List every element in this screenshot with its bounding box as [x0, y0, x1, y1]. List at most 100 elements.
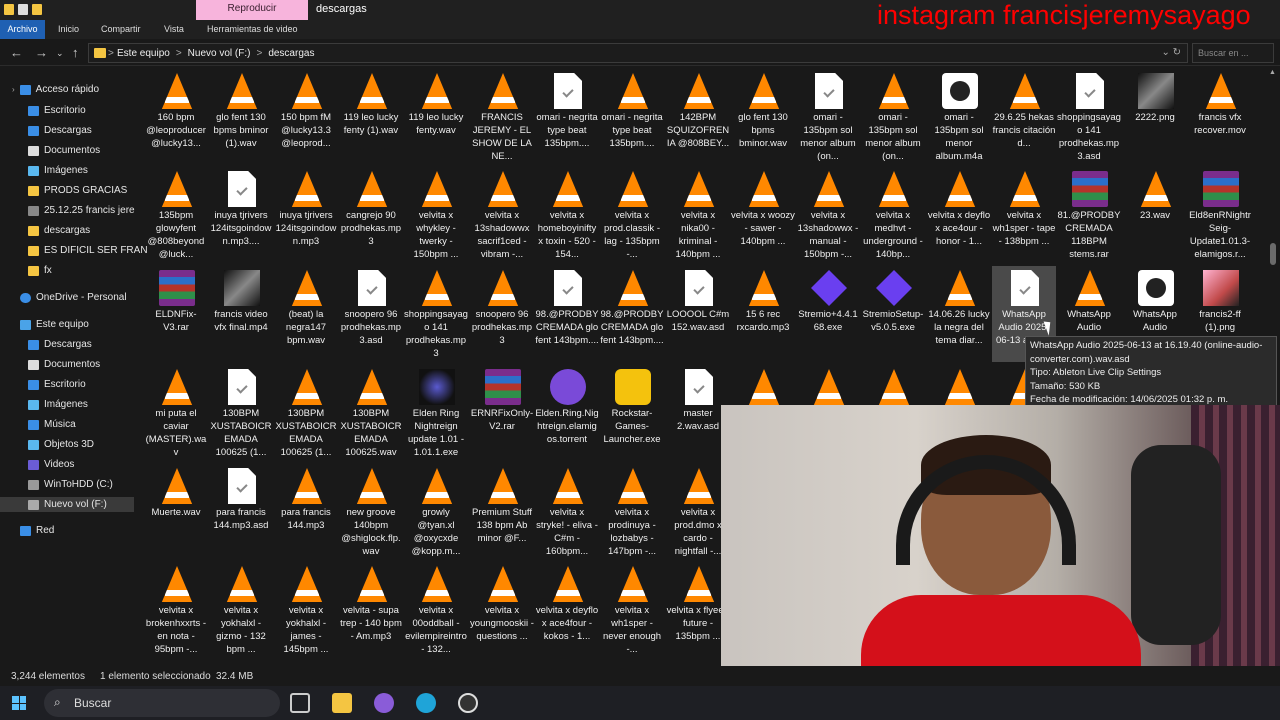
- back-arrow-icon[interactable]: ←: [10, 45, 23, 60]
- quick-access-toolbar[interactable]: [4, 4, 42, 15]
- file-explorer-icon[interactable]: [332, 693, 352, 713]
- file-item[interactable]: shoppingsayago 141 prodhekas.mp3.asd: [1057, 69, 1121, 165]
- properties-icon[interactable]: [18, 4, 28, 15]
- file-item[interactable]: glo fent 130 bpms bminor (1).wav: [209, 69, 273, 165]
- file-item[interactable]: 130BPM XUSTABOICREMADA 100625 (1...: [274, 365, 338, 461]
- nav-quick-access[interactable]: › Acceso rápido: [12, 84, 144, 95]
- address-bar[interactable]: > Este equipo > Nuevo vol (F:) > descarg…: [88, 43, 1188, 63]
- file-item[interactable]: velvita x 13shadowwx sacrif1ced - vibram…: [470, 167, 534, 263]
- breadcrumb-nuevo-vol[interactable]: Nuevo vol (F:): [188, 48, 251, 59]
- file-item[interactable]: velvita x wh1sper - never enough -...: [600, 562, 664, 658]
- file-item[interactable]: francis video vfx final.mp4: [209, 266, 273, 362]
- nav-este-equipo[interactable]: Este equipo: [20, 319, 152, 330]
- tab-herramientas-video[interactable]: Herramientas de video: [207, 24, 298, 34]
- new-folder-icon[interactable]: [32, 4, 42, 15]
- file-item[interactable]: velvita x 00oddball - evilempireintro - …: [404, 562, 468, 658]
- windows-start-icon[interactable]: [12, 696, 26, 710]
- file-item[interactable]: velvita x stryke! - eliva - C#m - 160bpm…: [535, 464, 599, 560]
- file-item[interactable]: StremioSetup-v5.0.5.exe: [861, 266, 925, 362]
- file-item[interactable]: velvita x yokhalxl - james - 145bpm ...: [274, 562, 338, 658]
- file-item[interactable]: 119 leo lucky fenty.wav: [404, 69, 468, 165]
- task-view-icon[interactable]: [290, 693, 310, 713]
- file-item[interactable]: 2222.png: [1123, 69, 1187, 165]
- refresh-icon[interactable]: ⌄ ↻: [1161, 47, 1181, 58]
- file-item[interactable]: mi puta el caviar (MASTER).wav: [144, 365, 208, 461]
- file-item[interactable]: Rockstar-Games-Launcher.exe: [600, 365, 664, 461]
- file-item[interactable]: velvita x prodinuya - lozbabys - 147bpm …: [600, 464, 664, 560]
- file-item[interactable]: velvita - supa trep - 140 bpm - Am.mp3: [339, 562, 403, 658]
- file-item[interactable]: velvita x youngmooskii - questions ...: [470, 562, 534, 658]
- file-item[interactable]: snoopero 96 prodhekas.mp3.asd: [339, 266, 403, 362]
- file-item[interactable]: velvita x prod.classik - lag - 135bpm -.…: [600, 167, 664, 263]
- file-item[interactable]: LOOOOL C#m 152.wav.asd: [666, 266, 730, 362]
- app-icon[interactable]: [374, 693, 394, 713]
- file-item[interactable]: velvita x woozy - sawer - 140bpm ...: [731, 167, 795, 263]
- file-item[interactable]: 119 leo lucky fenty (1).wav: [339, 69, 403, 165]
- file-item[interactable]: glo fent 130 bpms bminor.wav: [731, 69, 795, 165]
- scrollbar-thumb[interactable]: [1270, 243, 1276, 265]
- file-item[interactable]: velvita x medhvt - underground - 140bp..…: [861, 167, 925, 263]
- file-item[interactable]: (beat) la negra147 bpm.wav: [274, 266, 338, 362]
- scroll-up-icon[interactable]: ▲: [1269, 69, 1276, 76]
- file-item[interactable]: 150 bpm fM @lucky13.3 @leoprod...: [274, 69, 338, 165]
- file-item[interactable]: 130BPM XUSTABOICREMADA 100625.wav: [339, 365, 403, 461]
- file-item[interactable]: Elden Ring Nightreign update 1.01 - 1.01…: [404, 365, 468, 461]
- breadcrumb-este-equipo[interactable]: Este equipo: [117, 48, 170, 59]
- file-item[interactable]: Elden.Ring.Nightreign.elamigos.torrent: [535, 365, 599, 461]
- file-item[interactable]: Premium Stuff 138 bpm Ab minor @F...: [470, 464, 534, 560]
- file-item[interactable]: 135bpm glowyfent @808beyond @luck...: [144, 167, 208, 263]
- search-input[interactable]: Buscar en ...: [1192, 43, 1274, 63]
- file-item[interactable]: velvita x homeboyinifty x toxin - 520 - …: [535, 167, 599, 263]
- taskbar-search[interactable]: ⌕ Buscar: [44, 689, 280, 717]
- file-item[interactable]: omari - negrita type beat 135bpm....: [600, 69, 664, 165]
- nav-pc-drive-f[interactable]: Nuevo vol (F:): [0, 497, 134, 512]
- tab-compartir[interactable]: Compartir: [101, 24, 141, 34]
- file-item[interactable]: 14.06.26 lucky la negra del tema diar...: [927, 266, 991, 362]
- file-item[interactable]: velvita x brokenhxxrts - en nota - 95bpm…: [144, 562, 208, 658]
- file-item[interactable]: omari - 135bpm sol menor album.m4a: [927, 69, 991, 165]
- file-item[interactable]: 81.@PRODBYCREMADA 118BPM stems.rar: [1057, 167, 1121, 263]
- file-item[interactable]: 98.@PRODBYCREMADA glo fent 143bpm....: [535, 266, 599, 362]
- file-item[interactable]: 142BPM SQUIZOFRENIA @808BEY...: [666, 69, 730, 165]
- file-item[interactable]: velvita x wh1sper - tape - 138bpm ...: [992, 167, 1056, 263]
- contextual-tab-reproducir[interactable]: Reproducir: [196, 0, 308, 20]
- breadcrumb-descargas[interactable]: descargas: [268, 48, 314, 59]
- file-item[interactable]: velvita x 13shadowwx - manual - 150bpm -…: [796, 167, 860, 263]
- file-item[interactable]: inuya tjrivers 124itsgoindown.mp3: [274, 167, 338, 263]
- file-item[interactable]: cangrejo 90 prodhekas.mp3: [339, 167, 403, 263]
- file-item[interactable]: inuya tjrivers 124itsgoindown.mp3....: [209, 167, 273, 263]
- file-item[interactable]: new groove 140bpm @shiglock.flp.wav: [339, 464, 403, 560]
- file-item[interactable]: velvita x deyflo x ace4our - honor - 1..…: [927, 167, 991, 263]
- up-arrow-icon[interactable]: ↑: [72, 45, 79, 60]
- file-item[interactable]: velvita x yokhalxl - gizmo - 132 bpm ...: [209, 562, 273, 658]
- obs-icon[interactable]: [458, 693, 478, 713]
- file-item[interactable]: velvita x nika00 - kriminal - 140bpm ...: [666, 167, 730, 263]
- file-item[interactable]: velvita x whykley - twerky - 150bpm ...: [404, 167, 468, 263]
- file-item[interactable]: 98.@PRODBYCREMADA glo fent 143bpm....: [600, 266, 664, 362]
- recent-chevron-icon[interactable]: ⌄: [56, 48, 64, 59]
- tab-vista[interactable]: Vista: [164, 24, 184, 34]
- file-item[interactable]: omari - 135bpm sol menor album (on...: [861, 69, 925, 165]
- file-item[interactable]: FRANCIS JEREMY - EL SHOW DE LA NE...: [470, 69, 534, 165]
- file-item[interactable]: omari - negrita type beat 135bpm....: [535, 69, 599, 165]
- file-item[interactable]: 15 6 rec rxcardo.mp3: [731, 266, 795, 362]
- file-item[interactable]: shoppingsayago 141 prodhekas.mp3: [404, 266, 468, 362]
- file-item[interactable]: velvita x deyflo x ace4four - kokos - 1.…: [535, 562, 599, 658]
- file-item[interactable]: omari - 135bpm sol menor album (on...: [796, 69, 860, 165]
- file-item[interactable]: Eld8enRNightrSeig-Update1.01.3-elamigos.…: [1188, 167, 1252, 263]
- file-item[interactable]: Muerte.wav: [144, 464, 208, 560]
- nav-onedrive[interactable]: OneDrive - Personal: [20, 292, 152, 303]
- tab-inicio[interactable]: Inicio: [58, 24, 79, 34]
- tab-archivo[interactable]: Archivo: [0, 20, 45, 39]
- file-item[interactable]: para francis 144.mp3: [274, 464, 338, 560]
- file-item[interactable]: francis vfx recover.mov: [1188, 69, 1252, 165]
- file-item[interactable]: 130BPM XUSTABOICREMADA 100625 (1...: [209, 365, 273, 461]
- file-item[interactable]: ERNRFixOnly-V2.rar: [470, 365, 534, 461]
- file-item[interactable]: ELDNFix-V3.rar: [144, 266, 208, 362]
- edge-icon[interactable]: [416, 693, 436, 713]
- file-item[interactable]: growly @tyan.xl @oxycxde @kopp.m...: [404, 464, 468, 560]
- file-item[interactable]: Stremio+4.4.168.exe: [796, 266, 860, 362]
- file-item[interactable]: 160 bpm @leoproducer @lucky13...: [144, 69, 208, 165]
- nav-red[interactable]: Red: [20, 525, 152, 536]
- file-item[interactable]: para francis 144.mp3.asd: [209, 464, 273, 560]
